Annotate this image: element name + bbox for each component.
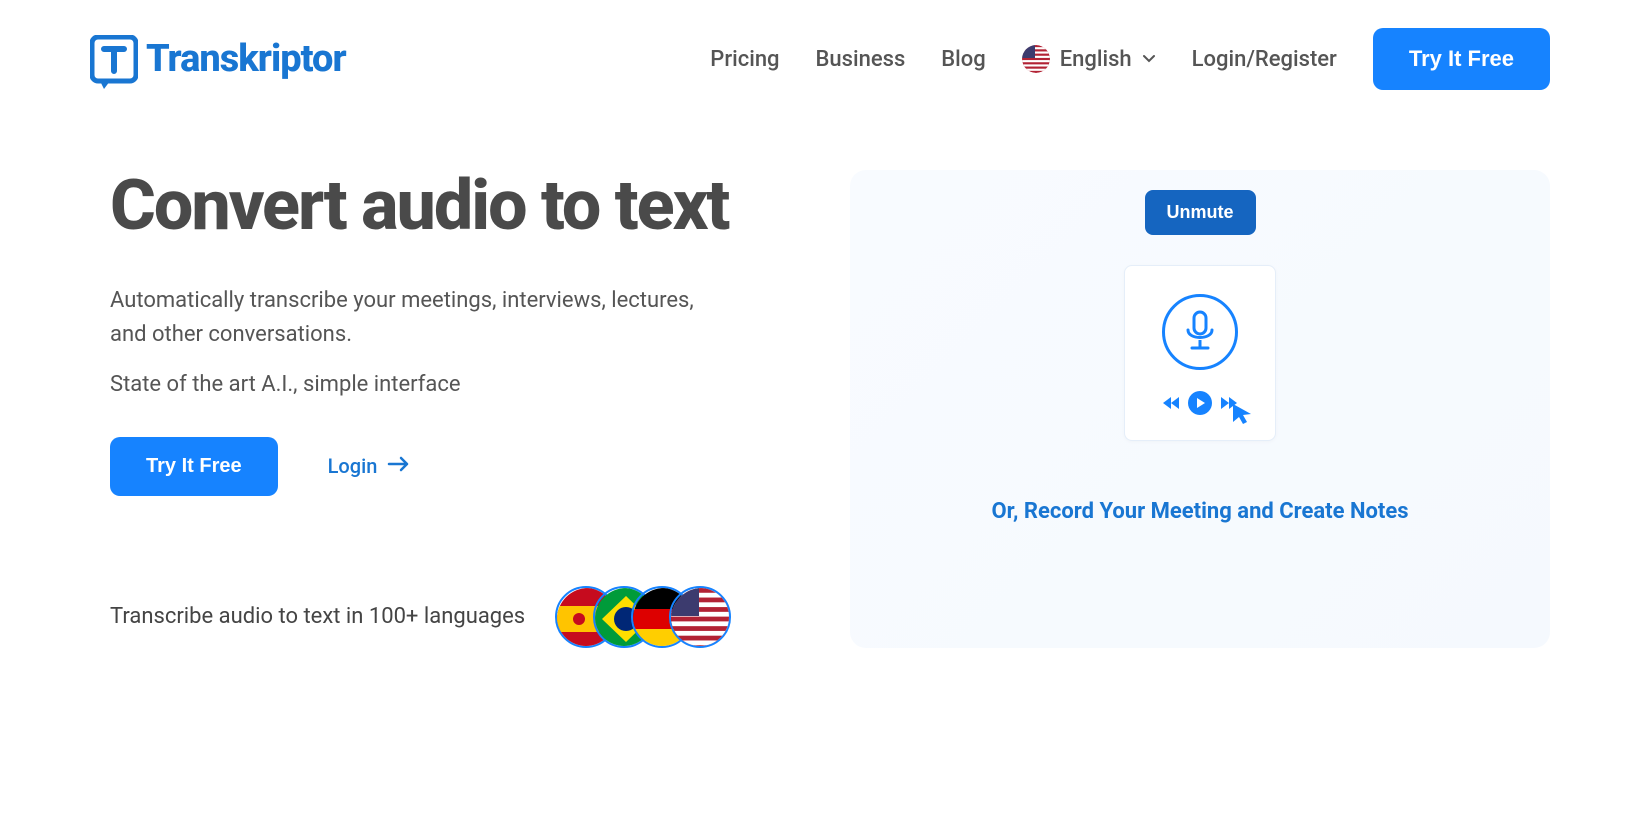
us-flag-icon <box>1022 45 1050 73</box>
languages-row: Transcribe audio to text in 100+ languag… <box>110 586 810 648</box>
cursor-icon <box>1231 402 1253 430</box>
languages-text: Transcribe audio to text in 100+ languag… <box>110 604 525 629</box>
logo-icon <box>90 35 138 83</box>
hero-buttons: Try It Free Login <box>110 437 810 496</box>
hero-subdescription: State of the art A.I., simple interface <box>110 372 810 397</box>
nav: Pricing Business Blog English Login/Regi… <box>710 28 1550 90</box>
login-link-label: Login <box>328 454 378 478</box>
hero-description: Automatically transcribe your meetings, … <box>110 284 710 352</box>
rewind-icon[interactable] <box>1161 395 1181 415</box>
logo-text: Transkriptor <box>146 37 346 81</box>
unmute-button[interactable]: Unmute <box>1145 190 1256 235</box>
nav-login-register[interactable]: Login/Register <box>1192 47 1337 72</box>
us-flag-icon-large <box>669 586 731 648</box>
flag-stack <box>555 586 731 648</box>
try-free-button-header[interactable]: Try It Free <box>1373 28 1550 90</box>
login-link[interactable]: Login <box>328 454 412 478</box>
player-controls <box>1161 390 1239 420</box>
microphone-icon[interactable] <box>1162 294 1238 370</box>
mic-card <box>1124 265 1276 441</box>
arrow-right-icon <box>387 454 411 478</box>
hero-title: Convert audio to text <box>110 170 810 244</box>
language-selector[interactable]: English <box>1022 45 1156 73</box>
play-icon[interactable] <box>1187 390 1213 420</box>
nav-business[interactable]: Business <box>816 47 906 72</box>
try-free-button-hero[interactable]: Try It Free <box>110 437 278 496</box>
hero: Convert audio to text Automatically tran… <box>0 110 1640 648</box>
hero-right-card: Unmute <box>850 170 1550 648</box>
chevron-down-icon <box>1142 50 1156 69</box>
nav-pricing[interactable]: Pricing <box>710 47 779 72</box>
hero-left: Convert audio to text Automatically tran… <box>110 170 810 648</box>
logo[interactable]: Transkriptor <box>90 35 346 83</box>
language-label: English <box>1060 47 1132 72</box>
nav-blog[interactable]: Blog <box>941 47 985 72</box>
record-meeting-cta[interactable]: Or, Record Your Meeting and Create Notes <box>991 499 1408 524</box>
header: Transkriptor Pricing Business Blog Engli… <box>0 0 1640 110</box>
